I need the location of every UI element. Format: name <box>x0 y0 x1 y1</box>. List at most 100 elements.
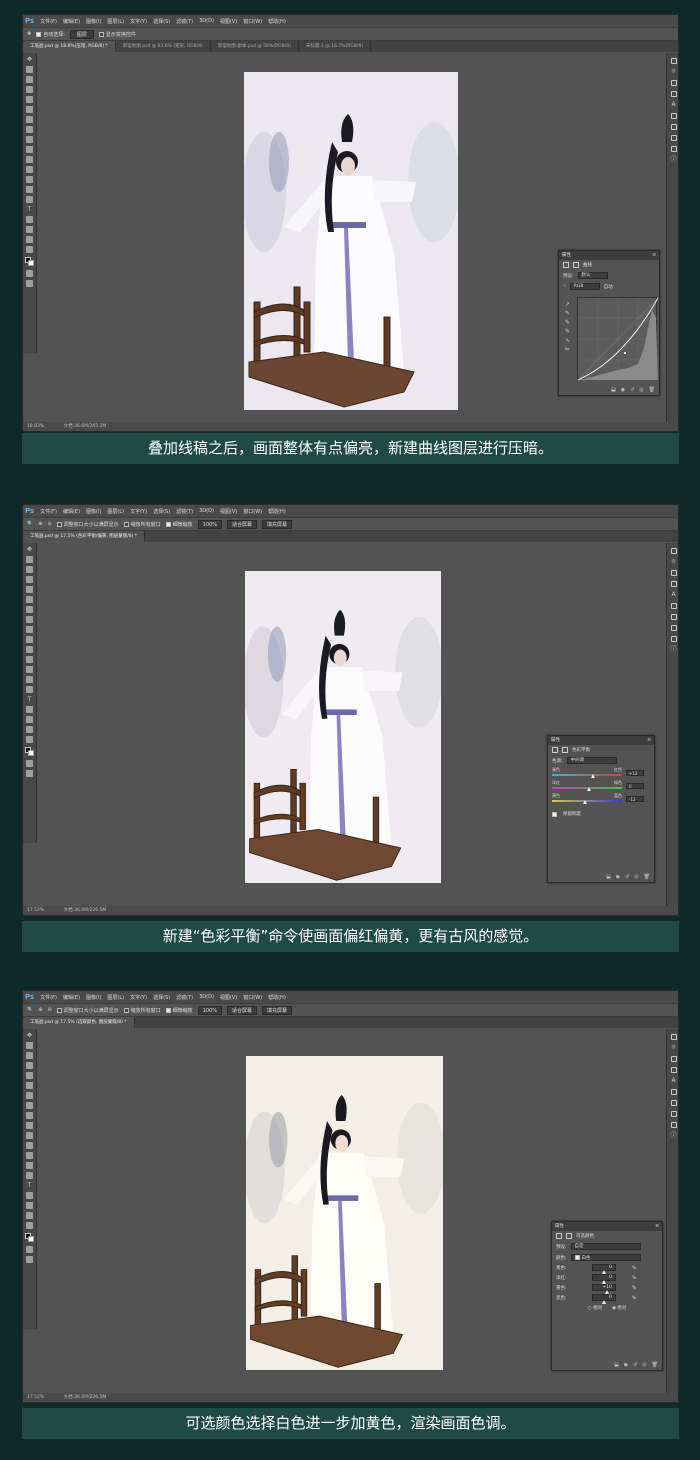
delete-icon[interactable]: 🗑 <box>652 1362 658 1368</box>
absolute-option[interactable]: ◉ 绝对 <box>612 1305 626 1311</box>
brush-tool-icon[interactable] <box>26 1102 33 1109</box>
move-tool-icon[interactable]: ✥ <box>27 31 31 37</box>
paragraph-panel-icon[interactable] <box>670 113 677 119</box>
eyedropper-tool-icon[interactable] <box>26 106 33 113</box>
color-swatches[interactable] <box>25 1233 34 1242</box>
absolute-radio[interactable]: ◉ <box>612 1306 616 1311</box>
channels-panel-icon[interactable] <box>670 1111 677 1117</box>
reset-icon[interactable]: ↺ <box>633 1362 637 1368</box>
zoom-all-option[interactable]: 缩放所有窗口 <box>123 521 161 528</box>
mask-icon[interactable] <box>566 1233 572 1239</box>
relative-option[interactable]: ○ 相对 <box>588 1305 602 1311</box>
colors-dropdown[interactable]: 白色 <box>570 1254 641 1261</box>
adjust-panel-icon[interactable]: ☼ <box>671 69 677 75</box>
menu-window[interactable]: 窗口(W) <box>243 18 262 25</box>
zoom-level[interactable]: 17.52% <box>27 908 44 913</box>
preserve-luminosity-checkbox[interactable] <box>552 811 557 817</box>
zoom-tool-icon[interactable] <box>26 1222 33 1229</box>
swatches-panel-icon[interactable] <box>670 1056 677 1062</box>
paths-panel-icon[interactable] <box>670 636 677 642</box>
tab-document-4[interactable]: 未标题-1 @ 16.7%(RGB/8) <box>299 41 372 52</box>
channel-dropdown[interactable]: RGB <box>569 283 600 290</box>
info-panel-icon[interactable]: ⓘ <box>671 647 677 653</box>
view-previous-icon[interactable]: ◉ <box>624 1362 628 1368</box>
zoom-all-option[interactable]: 缩放所有窗口 <box>123 1007 161 1014</box>
tab-document-1[interactable]: 工笔画.psd @ 18.8%(压暗, RGB/8) * <box>23 41 116 52</box>
menu-window[interactable]: 窗口(W) <box>243 508 262 515</box>
panel-menu-icon[interactable]: ≡ <box>652 251 656 260</box>
curve-graph[interactable] <box>577 297 659 381</box>
stamp-tool-icon[interactable] <box>26 136 33 143</box>
lasso-tool-icon[interactable] <box>26 76 33 83</box>
pen-tool-icon[interactable] <box>26 1172 33 1179</box>
menu-type[interactable]: 文字(Y) <box>130 18 147 25</box>
eyedropper-tool-icon[interactable] <box>26 1082 33 1089</box>
slider-black[interactable]: 黑色: 0 % <box>552 1293 662 1304</box>
menu-file[interactable]: 文件(F) <box>40 994 57 1001</box>
layers-panel-icon[interactable] <box>670 614 677 620</box>
auto-select-checkbox[interactable] <box>36 31 42 37</box>
fit-screen-button[interactable]: 适合屏幕 <box>226 519 257 529</box>
hand-tool-icon[interactable] <box>26 726 33 733</box>
slider-track[interactable]: +10 <box>572 1284 632 1294</box>
menu-3d[interactable]: 3D(D) <box>199 508 214 514</box>
quick-mask-icon[interactable] <box>26 270 33 277</box>
slider-thumb[interactable] <box>582 800 587 804</box>
scrubby-zoom-option[interactable]: 细微缩放 <box>165 1007 193 1014</box>
slider-track[interactable]: 0 <box>572 1294 632 1304</box>
menu-image[interactable]: 图像(I) <box>86 508 101 515</box>
dodge-tool-icon[interactable] <box>26 676 33 683</box>
resize-windows-checkbox[interactable] <box>56 521 62 527</box>
character-panel-icon[interactable]: A <box>671 102 677 108</box>
menu-view[interactable]: 视图(V) <box>220 18 237 25</box>
slider-magenta-green[interactable]: 洋红 绿色 0 <box>548 779 644 792</box>
quick-select-tool-icon[interactable] <box>26 576 33 583</box>
styles-panel-icon[interactable] <box>670 581 677 587</box>
gradient-tool-icon[interactable] <box>26 166 33 173</box>
mask-icon[interactable] <box>573 262 579 268</box>
menu-edit[interactable]: 编辑(E) <box>63 994 80 1001</box>
scrubby-zoom-checkbox[interactable] <box>165 521 171 527</box>
info-panel-icon[interactable]: ⓘ <box>671 1133 677 1139</box>
screen-mode-icon[interactable] <box>26 1256 33 1263</box>
blur-tool-icon[interactable] <box>26 176 33 183</box>
paragraph-panel-icon[interactable] <box>670 1089 677 1095</box>
fit-screen-button[interactable]: 适合屏幕 <box>226 1005 257 1015</box>
menu-edit[interactable]: 编辑(E) <box>63 508 80 515</box>
zoom-out-icon[interactable]: ⊖ <box>47 1007 51 1013</box>
menu-select[interactable]: 选择(S) <box>153 994 170 1001</box>
resize-windows-option[interactable]: 调整窗口大小以满屏显示 <box>56 1007 119 1014</box>
marquee-tool-icon[interactable] <box>26 66 33 73</box>
menu-image[interactable]: 图像(I) <box>86 18 101 25</box>
shape-tool-icon[interactable] <box>26 716 33 723</box>
preset-dropdown[interactable]: 默认 <box>577 272 608 279</box>
color-swatches[interactable] <box>25 257 34 266</box>
layer-select-dropdown[interactable]: 图层 <box>69 29 94 39</box>
background-color[interactable] <box>28 260 34 266</box>
paths-panel-icon[interactable] <box>670 1122 677 1128</box>
scrubby-zoom-checkbox[interactable] <box>165 1007 171 1013</box>
info-panel-icon[interactable]: ⓘ <box>671 157 677 163</box>
paths-panel-icon[interactable] <box>670 146 677 152</box>
zoom-100-button[interactable]: 100% <box>197 519 222 529</box>
gradient-tool-icon[interactable] <box>26 656 33 663</box>
shape-tool-icon[interactable] <box>26 1202 33 1209</box>
swatches-panel-icon[interactable] <box>670 570 677 576</box>
pen-tool-icon[interactable] <box>26 686 33 693</box>
path-select-icon[interactable] <box>26 1192 33 1199</box>
dodge-tool-icon[interactable] <box>26 186 33 193</box>
reset-icon[interactable]: ↺ <box>625 874 629 880</box>
history-brush-icon[interactable] <box>26 636 33 643</box>
layers-panel-icon[interactable] <box>670 1100 677 1106</box>
healing-tool-icon[interactable] <box>26 606 33 613</box>
marquee-tool-icon[interactable] <box>26 556 33 563</box>
quick-select-tool-icon[interactable] <box>26 86 33 93</box>
visibility-icon[interactable]: ◎ <box>634 874 638 880</box>
menu-filter[interactable]: 滤镜(T) <box>176 18 193 25</box>
move-tool-icon[interactable]: ✥ <box>26 1032 33 1039</box>
history-brush-icon[interactable] <box>26 1122 33 1129</box>
channels-panel-icon[interactable] <box>670 135 677 141</box>
slider-yellow-blue[interactable]: 黄色 蓝色 -12 <box>548 792 644 805</box>
quick-mask-icon[interactable] <box>26 760 33 767</box>
view-previous-icon[interactable]: ◉ <box>621 387 625 393</box>
